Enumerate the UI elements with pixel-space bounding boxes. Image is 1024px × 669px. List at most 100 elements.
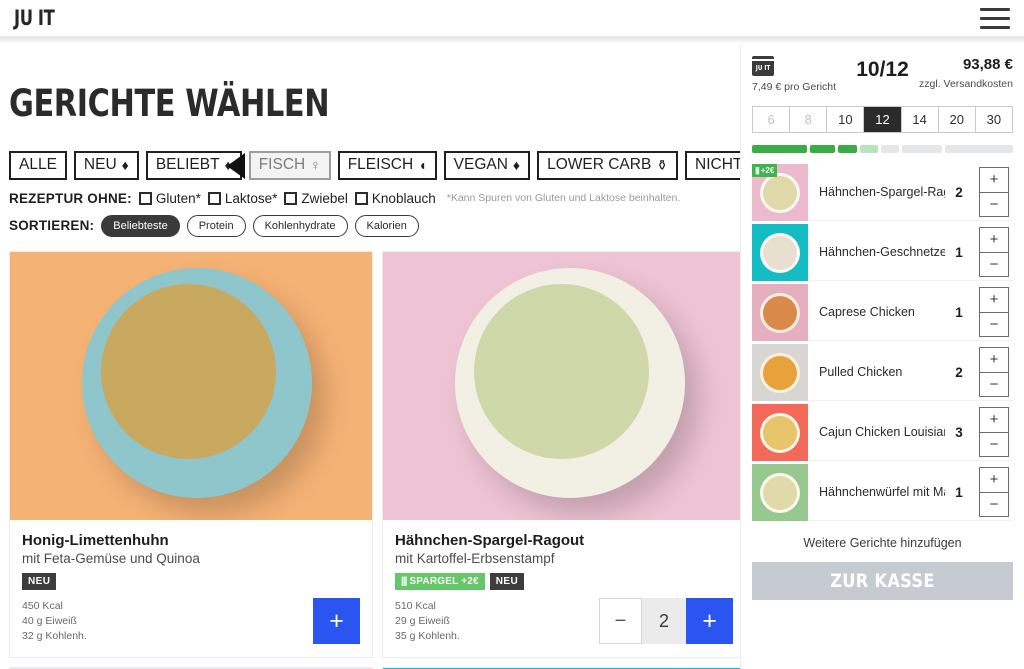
progress-segment [838, 145, 857, 153]
cart-item-stepper: + − [979, 347, 1009, 397]
sorting-options: Beliebteste Protein Kohlenhydrate Kalorien [101, 214, 419, 237]
cart-progress-bar [752, 145, 1013, 153]
box-icon: JU IT [752, 56, 774, 76]
filter-chip-icon: ♦ [121, 156, 129, 173]
thumbnail-plate [760, 472, 800, 513]
dish-count-option-10[interactable]: 10 [827, 107, 865, 132]
hamburger-icon[interactable] [980, 7, 1010, 29]
cart-item-increase-button[interactable]: + [980, 228, 1008, 253]
checkbox-laktose[interactable]: Laktose* [207, 191, 277, 206]
cart-item-decrease-button[interactable]: − [980, 253, 1008, 277]
filter-chip-label: FISCH [258, 156, 306, 173]
product-badges: ||| SPARGEL +2€ NEU [395, 572, 733, 590]
filter-chip-fleisch[interactable]: FLEISCH ◖ [337, 151, 437, 180]
cart-item-stepper: + − [979, 467, 1009, 517]
cart-sidebar: JU IT 7,49 € pro Gericht 10/12 93,88 € z… [740, 44, 1024, 669]
progress-segment [859, 145, 878, 153]
thumbnail-plate [760, 292, 800, 333]
cart-item-thumbnail [752, 224, 808, 281]
cart-item-thumbnail [752, 344, 808, 401]
hamburger-line [980, 7, 1010, 11]
sort-pill-kalorien[interactable]: Kalorien [354, 214, 419, 237]
add-to-cart-button[interactable]: + [313, 598, 360, 645]
cart-price-block: JU IT 7,49 € pro Gericht [752, 56, 848, 93]
filter-chip-vegan[interactable]: VEGAN ♦ [443, 151, 531, 180]
filter-chip-lower-carb[interactable]: LOWER CARB ⚱ [537, 151, 679, 180]
cart-item-decrease-button[interactable]: − [980, 193, 1008, 217]
cart-item-row: Pulled Chicken 2 + − [752, 344, 1013, 401]
product-info: Honig-Limettenhuhn mit Feta-Gemüse und Qu… [10, 520, 372, 658]
cart-item-quantity: 2 [955, 184, 963, 200]
cart-item-quantity: 1 [955, 244, 963, 260]
product-card[interactable]: Honig-Limettenhuhn mit Feta-Gemüse und Qu… [9, 250, 373, 659]
sorting-label: SORTIEREN: [9, 218, 95, 234]
cart-item-increase-button[interactable]: + [980, 168, 1008, 193]
cart-item-decrease-button[interactable]: − [980, 493, 1008, 517]
cart-item-thumbnail: ||| +2€ [752, 164, 808, 221]
add-more-dishes-link[interactable]: Weitere Gerichte hinzufügen [741, 536, 1024, 550]
checkbox-box [284, 191, 298, 205]
checkbox-gluten[interactable]: Gluten* [138, 191, 201, 206]
product-subtitle: mit Kartoffel-Erbsenstampf [395, 550, 555, 566]
checkbox-knoblauch[interactable]: Knoblauch [354, 191, 436, 206]
sort-pill-kohlenhydrate[interactable]: Kohlenhydrate [252, 214, 348, 237]
filter-chip-icon: ♀ [310, 156, 321, 173]
quantity-stepper: −2 + [599, 598, 733, 645]
badge-new: NEU [22, 572, 57, 590]
dish-count-option-20[interactable]: 20 [938, 107, 976, 132]
checkout-button[interactable]: ZUR KASSE [752, 562, 1013, 600]
filter-chip-label: FLEISCH [347, 156, 414, 173]
cart-item-decrease-button[interactable]: − [980, 373, 1008, 397]
cart-item-quantity: 2 [955, 364, 963, 380]
cart-item-decrease-button[interactable]: − [980, 313, 1008, 337]
cart-item-name: Cajun Chicken Louisiana [819, 425, 945, 439]
cart-item-row: Caprese Chicken 1 + − [752, 284, 1013, 341]
sort-pill-protein[interactable]: Protein [186, 214, 246, 237]
page-title: GERICHTE WÄHLEN [9, 82, 330, 125]
cart-item-increase-button[interactable]: + [980, 288, 1008, 313]
product-card[interactable]: Hähnchen-Spargel-Ragout mit Kartoffel-Erb… [382, 250, 740, 659]
cart-item-increase-button[interactable]: + [980, 468, 1008, 493]
cart-total-price: 93,88 € [962, 56, 1013, 73]
decrease-quantity-button[interactable]: − [599, 598, 642, 645]
box-icon-label: JU IT [755, 64, 771, 72]
quantity-value: 2 [642, 598, 686, 645]
cart-item-quantity: 3 [955, 424, 963, 440]
dish-count-option-12[interactable]: 12 [864, 107, 902, 132]
filter-chip-neu[interactable]: NEU ♦ [73, 151, 139, 180]
cart-item-list: |||+2€Hähnchen-Spargel-Ragout2+−Hähnchen… [741, 164, 1024, 521]
increase-quantity-button[interactable]: + [686, 598, 733, 645]
filter-chip-alle[interactable]: ALLE [9, 151, 67, 180]
badge-label: NEU [28, 575, 51, 587]
thumbnail-plate [760, 352, 800, 393]
cart-item-decrease-button[interactable]: − [980, 433, 1008, 457]
header-shadow [0, 37, 1024, 44]
filter-chip-label: NICHT SCHARF [695, 156, 740, 173]
hamburger-line [980, 16, 1010, 20]
checkout-label: ZUR KASSE [830, 570, 935, 592]
food-contents [473, 283, 649, 459]
thumbnail-plate [760, 412, 800, 453]
cart-item-badge-label: +2€ [760, 166, 775, 175]
food-contents [100, 283, 276, 459]
cart-item-stepper: + − [979, 407, 1009, 457]
filter-chip-nicht-scharf[interactable]: NICHT SCHARF⊘ [685, 151, 740, 180]
cart-item-increase-button[interactable]: + [980, 348, 1008, 373]
cart-item-name: Caprese Chicken [819, 305, 915, 319]
cutlery-icon: ||| [755, 166, 760, 175]
cart-item-thumbnail [752, 464, 808, 521]
filter-chip-label: LOWER CARB [547, 156, 652, 173]
product-image [10, 251, 372, 520]
sort-pill-beliebteste[interactable]: Beliebteste [101, 214, 180, 237]
filter-chip-fisch[interactable]: FISCH ♀ [248, 151, 331, 180]
checkbox-zwiebel[interactable]: Zwiebel [284, 191, 348, 206]
brand-logo[interactable]: JU IT [14, 6, 55, 30]
progress-segment [945, 145, 1013, 153]
cart-item-increase-button[interactable]: + [980, 408, 1008, 433]
dish-count-option-14[interactable]: 14 [901, 107, 939, 132]
top-bar: JU IT [0, 0, 1024, 37]
cart-total-block: 93,88 € zzgl. Versandkosten [917, 56, 1013, 90]
app-root: JU IT GERICHTE WÄHLEN ALLE NEU ♦ BELIEBT ♦ FI… [0, 0, 1024, 669]
dish-count-option-30[interactable]: 30 [975, 107, 1012, 132]
cart-item-thumbnail [752, 284, 808, 341]
